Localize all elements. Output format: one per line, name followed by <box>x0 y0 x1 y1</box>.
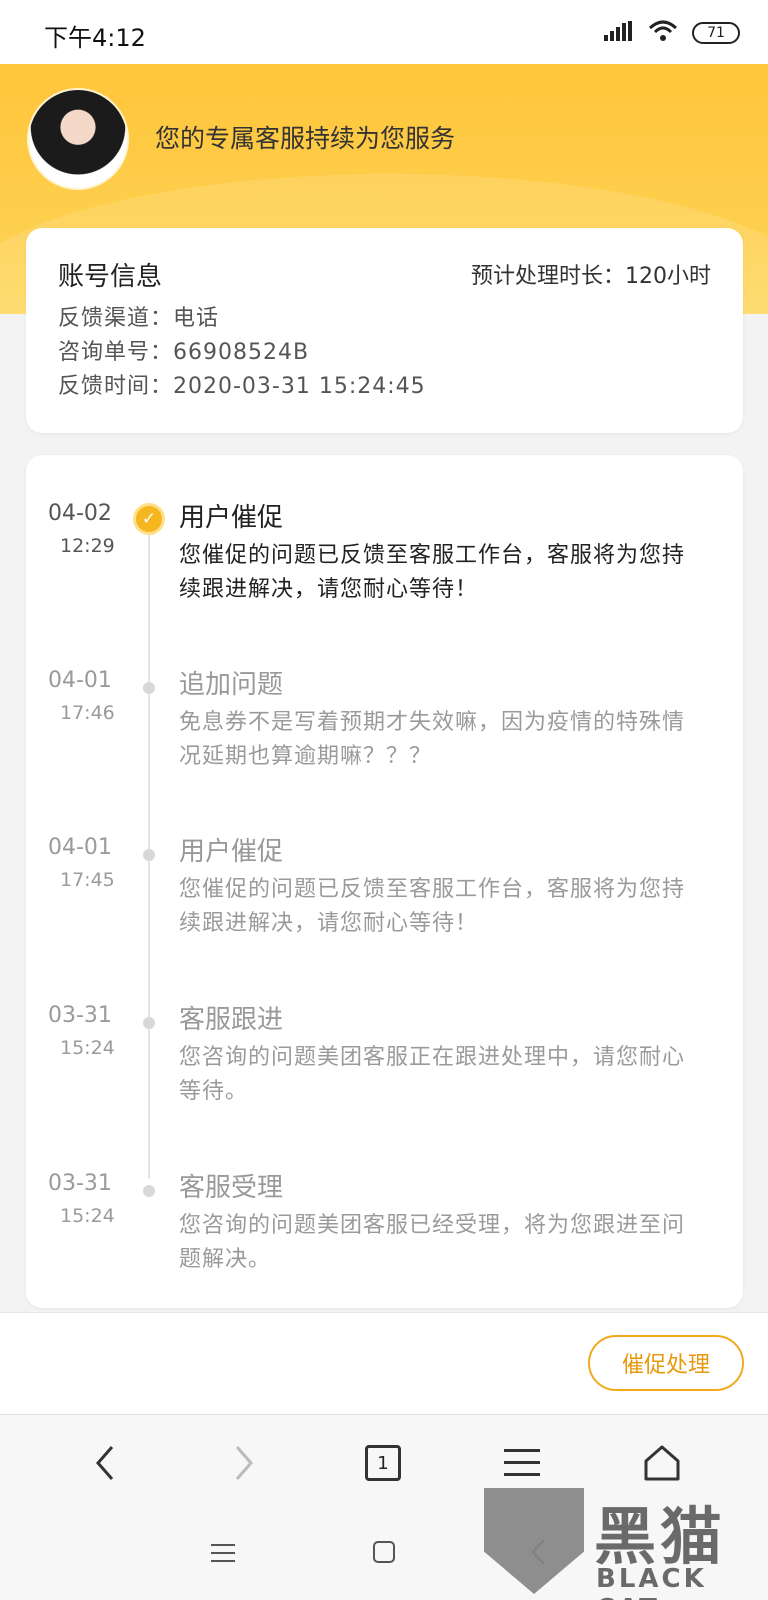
timeline-description: 免息券不是写着预期才失效嘛，因为疫情的特殊情况延期也算逾期嘛？？？ <box>179 710 686 769</box>
timeline-description: 您催促的问题已反馈至客服工作台，客服将为您持续跟进解决，请您耐心等待！ <box>179 543 686 602</box>
tab-count: 1 <box>377 1452 389 1474</box>
timeline-date: 03-31 <box>48 1003 112 1028</box>
account-info-card: 账号信息 预计处理时长：120小时 反馈渠道：电话 咨询单号：66908524B… <box>26 228 743 433</box>
timeline-description: 您催促的问题已反馈至客服工作台，客服将为您持续跟进解决，请您耐心等待！ <box>179 877 686 936</box>
watermark-text-cn: 黑猫 <box>594 1500 727 1573</box>
urge-processing-button[interactable]: 催促处理 <box>588 1335 744 1391</box>
timeline-dot <box>143 1185 155 1197</box>
tabs-button[interactable]: 1 <box>353 1433 413 1493</box>
timeline-time: 12:29 <box>60 535 115 557</box>
battery-icon: 71 <box>692 22 740 44</box>
status-time: 下午4:12 <box>44 24 146 52</box>
timeline-dot <box>143 1017 155 1029</box>
check-icon: ✓ <box>133 503 165 535</box>
timeline-title: 客服跟进 <box>179 1005 284 1035</box>
menu-button[interactable] <box>492 1433 552 1493</box>
timeline-line <box>148 517 150 1179</box>
estimated-processing-time: 预计处理时长：120小时 <box>471 264 711 289</box>
timeline-date: 04-02 <box>48 501 112 526</box>
account-card-title: 账号信息 <box>58 262 163 292</box>
agent-avatar <box>27 88 129 190</box>
timeline-date: 03-31 <box>48 1171 112 1196</box>
timeline-description: 您咨询的问题美团客服正在跟进处理中，请您耐心等待。 <box>179 1045 686 1104</box>
timeline-title: 用户催促 <box>179 837 284 867</box>
cat-shield-icon <box>484 1488 584 1594</box>
signal-icon <box>604 21 634 45</box>
timeline-dot <box>143 849 155 861</box>
home-nav-button[interactable] <box>372 1540 396 1568</box>
tabs-icon: 1 <box>365 1445 401 1481</box>
watermark-logo: 黑猫 BLACK CAT <box>484 1488 754 1600</box>
menu-icon <box>504 1449 540 1476</box>
progress-timeline: 04-02 12:29 ✓ 用户催促 您催促的问题已反馈至客服工作台，客服将为您… <box>26 455 743 1308</box>
ticket-number: 咨询单号：66908524B <box>58 340 310 365</box>
timeline-time: 15:24 <box>60 1205 115 1227</box>
action-bar: 催促处理 <box>0 1312 768 1414</box>
feedback-channel: 反馈渠道：电话 <box>58 306 220 331</box>
forward-button[interactable] <box>214 1433 274 1493</box>
wifi-icon <box>648 20 678 46</box>
timeline-date: 04-01 <box>48 835 112 860</box>
recents-icon <box>211 1544 235 1562</box>
timeline-title: 追加问题 <box>179 670 284 700</box>
header-title: 您的专属客服持续为您服务 <box>155 124 456 153</box>
status-icons: 71 <box>604 20 740 46</box>
timeline-date: 04-01 <box>48 668 112 693</box>
status-bar: 下午4:12 71 <box>0 0 768 64</box>
back-button[interactable] <box>75 1433 135 1493</box>
timeline-time: 17:46 <box>60 702 115 724</box>
home-icon <box>644 1445 680 1481</box>
timeline-title: 用户催促 <box>179 503 284 533</box>
home-button[interactable] <box>632 1433 692 1493</box>
chevron-right-icon <box>235 1446 253 1480</box>
timeline-description: 您咨询的问题美团客服已经受理，将为您跟进至问题解决。 <box>179 1213 686 1272</box>
feedback-time: 反馈时间：2020-03-31 15:24:45 <box>58 374 426 399</box>
recents-button[interactable] <box>210 1542 236 1568</box>
watermark-text-en: BLACK CAT <box>596 1564 707 1600</box>
timeline-title: 客服受理 <box>179 1173 284 1203</box>
timeline-time: 15:24 <box>60 1037 115 1059</box>
timeline-dot <box>143 682 155 694</box>
square-icon <box>373 1541 395 1563</box>
timeline-time: 17:45 <box>60 869 115 891</box>
chevron-left-icon <box>96 1446 114 1480</box>
